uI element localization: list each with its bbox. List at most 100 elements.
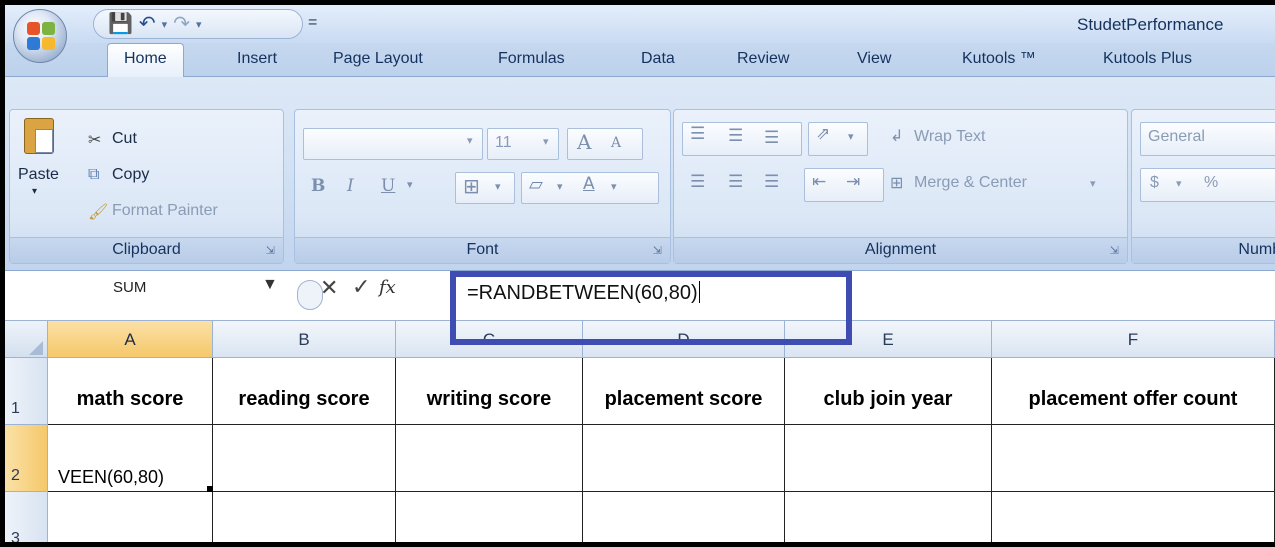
select-all-button[interactable] xyxy=(5,321,48,358)
decrease-indent-icon[interactable]: ⇤ xyxy=(812,172,826,192)
cell-c2[interactable] xyxy=(396,425,583,492)
format-painter-button[interactable]: Format Painter xyxy=(112,202,218,220)
office-button[interactable] xyxy=(13,9,67,63)
tab-data[interactable]: Data xyxy=(641,50,675,68)
row-header-1[interactable]: 1 xyxy=(5,358,48,425)
cell-b2[interactable] xyxy=(213,425,396,492)
customize-toolbar-button[interactable]: = xyxy=(308,14,317,32)
alignment-launcher-icon[interactable]: ⇲ xyxy=(1110,244,1119,257)
number-format-value: General xyxy=(1148,128,1205,145)
font-name-select[interactable] xyxy=(303,128,483,160)
clipboard-launcher-icon[interactable]: ⇲ xyxy=(266,244,275,257)
cell-b3[interactable] xyxy=(213,492,396,542)
row-header-3[interactable]: 3 xyxy=(5,492,48,542)
title-bar: 💾 ↶ ▾ ↷ ▾ = StudetPerformance xyxy=(5,5,1275,43)
cell-c1[interactable]: writing score xyxy=(396,358,583,425)
quick-access-toolbar: 💾 ↶ ▾ ↷ ▾ xyxy=(93,9,303,39)
align-bottom-icon[interactable]: ☰ xyxy=(764,128,779,148)
tab-insert[interactable]: Insert xyxy=(237,50,277,68)
enter-icon[interactable]: ✓ xyxy=(352,274,370,300)
column-header-c[interactable]: C xyxy=(396,321,583,358)
column-header-f[interactable]: F xyxy=(992,321,1275,358)
percent-button[interactable]: % xyxy=(1204,174,1218,192)
font-name-dropdown-icon[interactable]: ▾ xyxy=(467,134,473,147)
formula-input[interactable]: =RANDBETWEEN(60,80) xyxy=(467,281,700,305)
cell-f2[interactable] xyxy=(992,425,1275,492)
merge-center-button[interactable]: Merge & Center xyxy=(914,174,1027,192)
undo-dropdown-icon[interactable]: ▾ xyxy=(162,18,168,31)
row-header-2[interactable]: 2 xyxy=(5,425,48,492)
tab-home[interactable]: Home xyxy=(107,43,184,78)
font-color-button[interactable]: A xyxy=(583,174,595,194)
name-box-value: SUM xyxy=(113,279,147,296)
currency-button[interactable]: $ xyxy=(1150,174,1159,192)
column-header-d[interactable]: D xyxy=(583,321,785,358)
paste-dropdown-icon[interactable]: ▾ xyxy=(32,186,37,197)
format-painter-icon: 🖌 xyxy=(88,204,109,221)
cell-f1[interactable]: placement offer count xyxy=(992,358,1275,425)
orientation-dropdown-icon[interactable]: ▾ xyxy=(848,130,854,143)
tab-review[interactable]: Review xyxy=(737,50,789,68)
align-center-icon[interactable]: ☰ xyxy=(728,172,743,192)
worksheet-grid: A B C D E F 1 2 3 math score reading sco… xyxy=(5,321,1275,542)
redo-dropdown-icon[interactable]: ▾ xyxy=(196,18,202,31)
cell-d2[interactable] xyxy=(583,425,785,492)
cell-e1[interactable]: club join year xyxy=(785,358,992,425)
align-middle-icon[interactable]: ☰ xyxy=(728,126,743,146)
tab-kutools-plus[interactable]: Kutools Plus xyxy=(1103,50,1192,68)
name-box-dropdown-icon[interactable]: ▼ xyxy=(262,276,278,294)
font-size-dropdown-icon[interactable]: ▾ xyxy=(543,135,549,148)
paste-button[interactable]: Paste ▾ xyxy=(18,116,66,226)
office-logo-icon xyxy=(27,22,55,50)
currency-dropdown-icon[interactable]: ▾ xyxy=(1176,177,1182,190)
align-top-icon[interactable]: ☰ xyxy=(690,124,705,144)
undo-icon[interactable]: ↶ xyxy=(139,14,156,34)
formula-text: =RANDBETWEEN(60,80) xyxy=(467,282,698,304)
underline-button[interactable]: U xyxy=(381,176,395,196)
cut-button[interactable]: Cut xyxy=(112,130,137,148)
cell-c3[interactable] xyxy=(396,492,583,542)
formula-bar: SUM ▼ ✕ ✓ fx =RANDBETWEEN(60,80) xyxy=(5,271,1275,321)
cell-f3[interactable] xyxy=(992,492,1275,542)
align-right-icon[interactable]: ☰ xyxy=(764,172,779,192)
cell-d3[interactable] xyxy=(583,492,785,542)
cell-a3[interactable] xyxy=(48,492,213,542)
tab-kutools[interactable]: Kutools ™ xyxy=(962,50,1036,68)
italic-button[interactable]: I xyxy=(347,176,354,196)
fill-handle[interactable] xyxy=(207,486,213,492)
grow-font-button[interactable]: A xyxy=(577,130,591,154)
cell-e2[interactable] xyxy=(785,425,992,492)
tab-view[interactable]: View xyxy=(857,50,891,68)
insert-function-icon[interactable]: fx xyxy=(379,277,396,298)
cell-b1[interactable]: reading score xyxy=(213,358,396,425)
number-group-label: Numbe xyxy=(1132,237,1275,263)
cell-e3[interactable] xyxy=(785,492,992,542)
fill-color-dropdown-icon[interactable]: ▾ xyxy=(557,180,563,193)
clipboard-group-label: Clipboard xyxy=(10,237,283,263)
shrink-font-button[interactable]: A xyxy=(611,135,621,151)
fill-color-icon[interactable]: ▱ xyxy=(529,174,543,195)
wrap-text-button[interactable]: Wrap Text xyxy=(914,128,985,146)
align-left-icon[interactable]: ☰ xyxy=(690,172,705,192)
bold-button[interactable]: B xyxy=(311,176,325,196)
borders-dropdown-icon[interactable]: ▾ xyxy=(495,180,501,193)
font-color-dropdown-icon[interactable]: ▾ xyxy=(611,180,617,193)
clipboard-group: Paste ▾ ✂ Cut ⧉ Copy 🖌 Format Painter Cl… xyxy=(9,109,284,264)
tab-formulas[interactable]: Formulas xyxy=(498,50,565,68)
column-header-b[interactable]: B xyxy=(213,321,396,358)
redo-icon[interactable]: ↷ xyxy=(173,14,190,34)
copy-button[interactable]: Copy xyxy=(112,166,149,184)
cell-a1[interactable]: math score xyxy=(48,358,213,425)
save-icon[interactable]: 💾 xyxy=(108,14,133,34)
cell-a2-active[interactable]: VEEN(60,80) xyxy=(48,425,213,492)
merge-center-icon: ⊞ xyxy=(890,175,904,192)
column-header-a[interactable]: A xyxy=(48,321,213,358)
increase-indent-icon[interactable]: ⇥ xyxy=(846,172,860,192)
font-launcher-icon[interactable]: ⇲ xyxy=(653,244,662,257)
underline-dropdown-icon[interactable]: ▾ xyxy=(407,178,413,191)
merge-center-dropdown-icon[interactable]: ▾ xyxy=(1090,177,1096,190)
cell-d1[interactable]: placement score xyxy=(583,358,785,425)
tab-page-layout[interactable]: Page Layout xyxy=(333,50,423,68)
cancel-icon[interactable]: ✕ xyxy=(320,275,338,301)
column-header-e[interactable]: E xyxy=(785,321,992,358)
